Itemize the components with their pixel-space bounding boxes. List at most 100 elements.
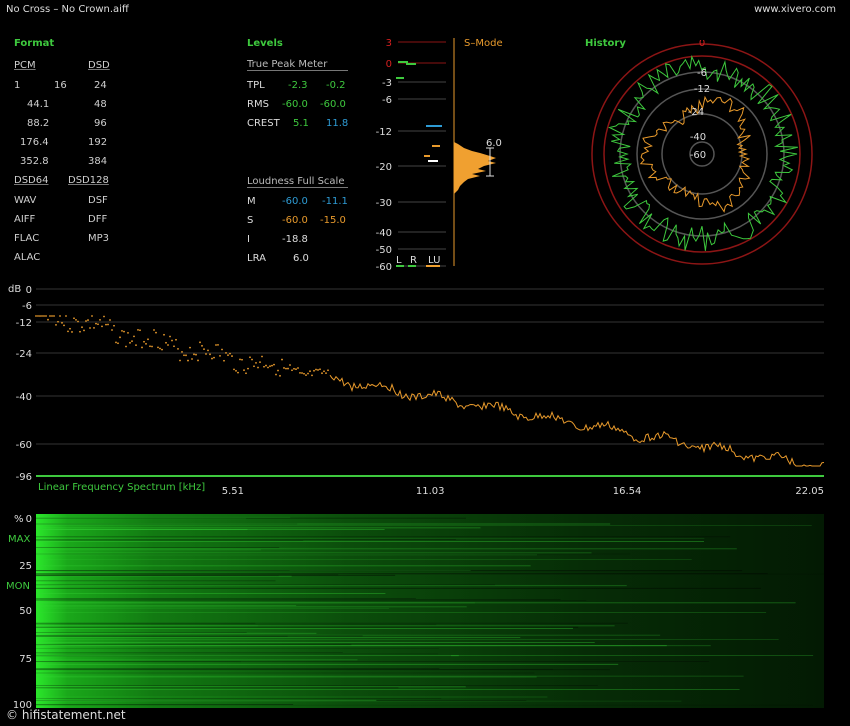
spectrum-point (101, 325, 103, 328)
spectrum-point (233, 368, 235, 371)
spectrum-point (287, 367, 289, 370)
spectrum-point (267, 366, 269, 369)
spectrum-point (89, 327, 91, 329)
spectrum-point (213, 356, 215, 359)
spectrum-point (59, 315, 61, 317)
bits-24: 24 (94, 80, 107, 91)
spectrum-point (217, 343, 219, 346)
channel-l-label: L (396, 255, 402, 266)
spectrum-point (161, 348, 163, 351)
spectrum-point (159, 347, 161, 350)
spectrum-point (315, 368, 317, 371)
rate-88-2: 88.2 (27, 118, 50, 129)
history-24: -24 (688, 107, 704, 118)
channel-lu-label: LU (428, 255, 440, 266)
tpl-left: -2.3 (288, 80, 308, 91)
file-dff: DFF (88, 214, 108, 225)
channel-r-label: R (410, 255, 417, 266)
spectrum-point (151, 345, 153, 348)
spectrum-point (85, 320, 87, 322)
spectrum-point (39, 315, 41, 317)
spectrum-point (91, 315, 93, 317)
history-0: 0 (699, 40, 705, 49)
spectrum-point (63, 324, 65, 327)
spectrum-point (195, 353, 197, 356)
spectrum-point (317, 369, 319, 371)
spectrum-point (297, 367, 299, 369)
spectrum-point (227, 354, 229, 357)
vendor-url[interactable]: www.xivero.com (754, 4, 836, 15)
spectrum-point (51, 315, 53, 317)
spectrum-point (49, 315, 51, 317)
spectrum-point (55, 323, 57, 326)
spectrum-point (259, 361, 261, 364)
spectrum-point (241, 358, 243, 361)
spectrum-point (103, 315, 105, 318)
dsd-label: DSD (88, 60, 110, 71)
spectrum-point (97, 323, 99, 326)
s-mode-label[interactable]: S–Mode (464, 38, 503, 49)
file-wav: WAV (14, 195, 37, 206)
spectrum-point (171, 339, 173, 342)
spectrum-point (293, 367, 295, 370)
spectrum-point (239, 358, 241, 361)
spectrum-point (201, 344, 203, 347)
spectrum-point (231, 355, 233, 357)
spectrum-point (69, 327, 71, 330)
spectrum-point (181, 350, 183, 353)
spectrum-point (305, 374, 307, 377)
spectrum-point (249, 356, 251, 359)
spectrum-point (155, 331, 157, 334)
spectrum-point (223, 359, 225, 362)
file-dsf: DSF (88, 195, 108, 206)
spectrum-point (43, 315, 45, 317)
spectrum-point (61, 321, 63, 324)
spectrum-point (139, 329, 141, 332)
spectrogram: % 0255075100 MAX MON (6, 514, 825, 710)
meter-tick-label: 3 (386, 38, 392, 49)
dsd64-label: DSD64 (14, 175, 49, 186)
spectrum-point (45, 315, 47, 317)
spectrogram-tick: 50 (19, 606, 32, 617)
bits-16: 16 (54, 80, 67, 91)
spectrum-point (109, 319, 111, 321)
spectrum-point (197, 359, 199, 362)
file-alac: ALAC (14, 252, 41, 263)
spectrum-point (163, 333, 165, 336)
spectrum-point (319, 368, 321, 371)
frequency-spectrum: 0 -6 -12 -24 -40 -60 -96 5.51 11.03 16.54 22.05 Li… (8, 284, 825, 497)
mon-label: MON (6, 581, 30, 592)
spectrum-point (185, 354, 187, 357)
spectrum-y-tick: -40 (16, 392, 32, 403)
meter-tick-label: -30 (376, 198, 392, 209)
max-label: MAX (8, 534, 30, 545)
spectrum-point (219, 354, 221, 357)
format-heading: Format (14, 38, 55, 49)
spectrum-point (183, 354, 185, 357)
spectrum-point (165, 341, 167, 344)
rate-96: 96 (94, 118, 107, 129)
pct-unit: % (14, 514, 24, 525)
dsd128-label: DSD128 (68, 175, 109, 186)
spectrum-point (281, 358, 283, 361)
lra-value: 6.0 (293, 253, 309, 264)
spectrum-y-tick: 0 (26, 285, 32, 296)
rate-44-1: 44.1 (27, 99, 50, 110)
spectrum-point (111, 329, 113, 331)
spectrogram-tick: 75 (19, 654, 32, 665)
s-value: -60.0 (282, 215, 308, 226)
spectrum-point (221, 348, 223, 351)
spectrum-x-tick: 11.03 (416, 486, 445, 497)
spectrum-point (187, 359, 189, 362)
tpl-right: -0.2 (326, 80, 346, 91)
spectrum-point (153, 329, 155, 331)
meter-tick-label: -60 (376, 262, 392, 272)
spectrum-point (279, 374, 281, 377)
spectrum-point (261, 355, 263, 358)
spectrum-point (47, 318, 49, 321)
spectrum-point (309, 370, 311, 373)
history-12: -12 (694, 84, 710, 95)
spectrum-point (79, 330, 81, 333)
spectrum-y-tick: -6 (22, 301, 32, 312)
spectrum-point (137, 328, 139, 331)
